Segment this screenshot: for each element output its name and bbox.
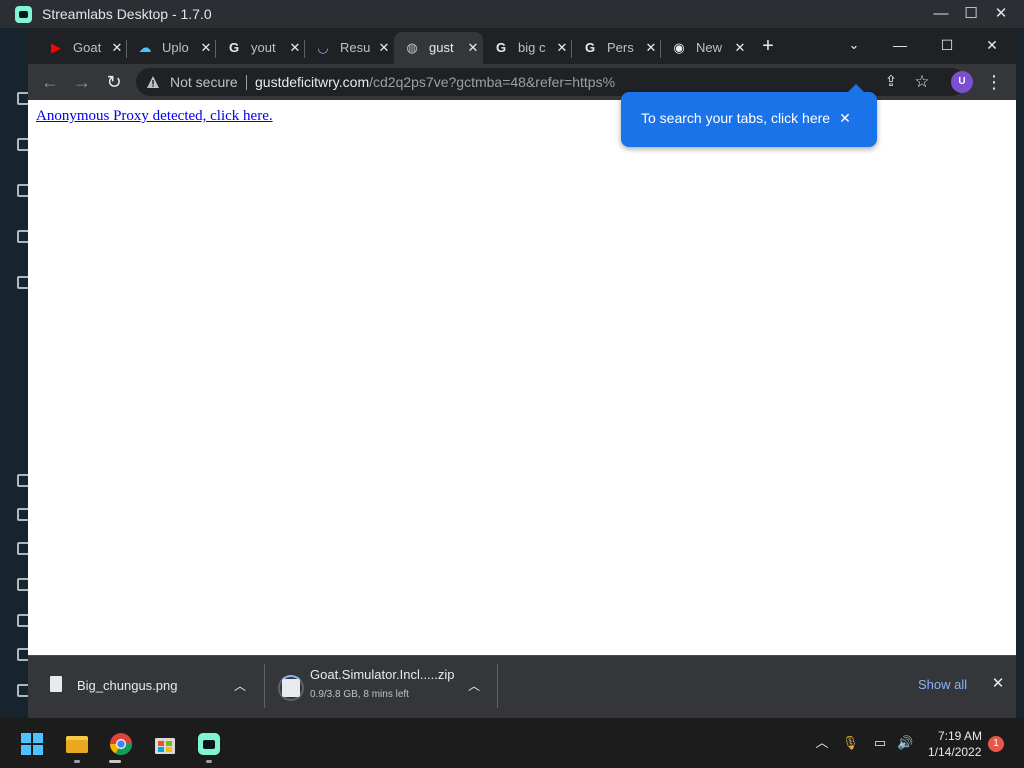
url-path: /cd2q2ps7ve?gctmba=48&refer=https%: [369, 74, 616, 90]
tab-close-icon[interactable]: ✕: [198, 38, 214, 58]
loading-spinner-icon: ◡: [318, 40, 328, 55]
tab-title: Pers: [607, 40, 634, 55]
streamlabs-close-icon[interactable]: ✕: [986, 4, 1016, 24]
tray-chevron-up-icon[interactable]: ︿: [814, 735, 830, 751]
volume-icon[interactable]: 🔊: [897, 735, 913, 751]
url-host: gustdeficitwry.com: [255, 74, 370, 90]
browser-tab[interactable]: ◍ gust ✕: [394, 32, 483, 64]
url-text[interactable]: gustdeficitwry.com/cd2q2ps7ve?gctmba=48&…: [255, 74, 627, 90]
windows-start-icon[interactable]: [20, 732, 44, 756]
proxy-detected-link[interactable]: Anonymous Proxy detected, click here.: [36, 108, 273, 125]
streamlabs-right-edge: [1016, 28, 1024, 718]
browser-tab[interactable]: Gbig c ✕: [483, 32, 572, 64]
tab-search-promo-bubble: To search your tabs, click here ✕: [621, 84, 877, 147]
tab-search-chevron-icon[interactable]: ⌄: [832, 28, 876, 62]
download-filename: Goat.Simulator.Incl.....zip: [310, 667, 455, 682]
file-explorer-icon[interactable]: [65, 732, 89, 756]
tab-close-icon[interactable]: ✕: [287, 38, 303, 58]
reload-button[interactable]: ↻: [102, 70, 126, 94]
tab-close-icon[interactable]: ✕: [732, 38, 748, 58]
globe-icon: ◍: [406, 40, 418, 55]
tab-title: New: [696, 40, 723, 55]
download-status: 0.9/3.8 GB, 8 mins left: [310, 689, 409, 700]
forward-button[interactable]: →: [70, 70, 94, 94]
streamlabs-sidebar: [0, 28, 30, 718]
streamlabs-logo-icon: [15, 6, 32, 23]
minimize-button[interactable]: —: [878, 28, 922, 62]
tab-close-icon[interactable]: ✕: [554, 38, 570, 58]
warning-icon: [147, 76, 159, 88]
download-divider: [497, 664, 498, 708]
close-window-button[interactable]: ✕: [970, 28, 1014, 62]
promo-close-icon[interactable]: ✕: [836, 108, 854, 128]
chrome-icon: ◉: [673, 40, 685, 55]
tab-title: Goat: [73, 40, 102, 55]
chevron-up-icon[interactable]: ︿: [466, 678, 482, 694]
streamlabs-maximize-icon[interactable]: ☐: [956, 4, 986, 24]
notification-badge[interactable]: 1: [988, 736, 1004, 752]
browser-window: + ⌄ — ☐ ✕ ▶ Goat ✕ ☁ Uplo ✕ Gyout ✕ ◡ Resu ✕ ◍ gust ✕…: [28, 28, 1016, 718]
youtube-icon: ▶: [51, 40, 61, 55]
zip-file-icon: [282, 679, 300, 697]
bookmark-star-icon[interactable]: ☆: [912, 72, 932, 92]
share-icon[interactable]: ⇪: [881, 72, 901, 92]
streamlabs-taskbar-icon[interactable]: [197, 732, 221, 756]
downloads-bar: Big_chungus.png ︿ Goat.Simulator.Incl...…: [28, 655, 1016, 718]
streamlabs-window-title: Streamlabs Desktop - 1.7.0: [42, 6, 212, 22]
google-icon: G: [584, 40, 596, 55]
clock-time[interactable]: 7:19 AM: [938, 729, 982, 743]
security-status-label[interactable]: Not secure: [170, 74, 238, 90]
clock-date[interactable]: 1/14/2022: [928, 745, 981, 759]
tab-title: Resu: [340, 40, 371, 55]
tab-title: big c: [518, 40, 546, 55]
tab-close-icon[interactable]: ✕: [643, 38, 659, 58]
tab-search-promo-text: To search your tabs, click here: [641, 110, 831, 126]
tab-title: Uplo: [162, 40, 189, 55]
new-tab-button[interactable]: +: [759, 36, 777, 56]
google-icon: G: [228, 40, 240, 55]
tab-strip: + ⌄ — ☐ ✕ ▶ Goat ✕ ☁ Uplo ✕ Gyout ✕ ◡ Resu ✕ ◍ gust ✕…: [28, 28, 1016, 64]
download-item[interactable]: Goat.Simulator.Incl.....zip 0.9/3.8 GB, …: [28, 663, 498, 711]
browser-tab[interactable]: ◡ Resu ✕: [305, 32, 394, 64]
microphone-icon[interactable]: 🎙: [842, 735, 859, 751]
show-all-downloads-link[interactable]: Show all: [918, 677, 967, 692]
maximize-button[interactable]: ☐: [925, 28, 969, 62]
close-downloads-icon[interactable]: ✕: [990, 674, 1006, 694]
browser-tab[interactable]: ☁ Uplo ✕: [127, 32, 216, 64]
page-content: Anonymous Proxy detected, click here.: [28, 100, 1016, 655]
browser-tab[interactable]: G Pers ✕: [572, 32, 661, 64]
streamlabs-minimize-icon[interactable]: —: [926, 4, 956, 24]
browser-tab[interactable]: Gyout ✕: [216, 32, 305, 64]
tab-title: yout: [251, 40, 276, 55]
running-indicator: [74, 760, 80, 763]
cloud-upload-icon: ☁: [138, 40, 152, 55]
tab-close-icon[interactable]: ✕: [376, 38, 392, 58]
back-button[interactable]: ←: [38, 70, 62, 94]
tab-title: gust: [429, 40, 454, 55]
chrome-taskbar-icon[interactable]: [109, 732, 133, 756]
profile-avatar[interactable]: U: [951, 71, 973, 93]
network-icon[interactable]: ▭: [872, 735, 888, 751]
windows-taskbar: ︿ 🎙 ▭ 🔊 7:19 AM 1/14/2022 1: [0, 718, 1024, 768]
streamlabs-titlebar: Streamlabs Desktop - 1.7.0 — ☐ ✕: [0, 0, 1024, 28]
google-icon: G: [495, 40, 507, 55]
tab-close-icon[interactable]: ✕: [109, 38, 125, 58]
browser-tab[interactable]: ◉ New ✕: [661, 32, 750, 64]
omnibox-divider: [246, 75, 247, 90]
browser-menu-icon[interactable]: ⋮: [985, 70, 1003, 94]
running-indicator: [206, 760, 212, 763]
microsoft-store-icon[interactable]: [153, 732, 177, 756]
tab-close-icon[interactable]: ✕: [465, 38, 481, 58]
browser-tab[interactable]: ▶ Goat ✕: [38, 32, 127, 64]
active-indicator: [109, 760, 121, 763]
